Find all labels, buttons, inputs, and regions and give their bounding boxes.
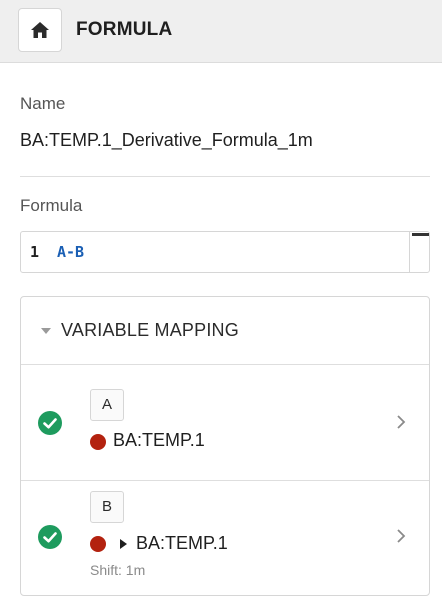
variable-row-b[interactable]: B BA:TEMP.1 Shift: 1m [21,481,429,595]
shift-label: Shift: 1m [90,562,146,578]
section-divider [20,176,430,177]
name-value: BA:TEMP.1_Derivative_Formula_1m [20,130,313,150]
formula-editor[interactable]: 1 A-B [20,231,430,273]
signal-name-b: BA:TEMP.1 [136,533,228,553]
signal-color-dot [90,434,106,450]
caret-down-icon [41,328,51,334]
formula-code[interactable]: A-B [57,243,84,261]
variable-mapping-panel: VARIABLE MAPPING A BA:TEMP.1 B BA:TEMP.1… [20,296,430,596]
chevron-right-icon [397,529,406,543]
check-circle-icon [38,411,62,435]
variable-mapping-title: VARIABLE MAPPING [61,320,239,340]
header-bar: FORMULA [0,0,442,63]
home-button[interactable] [18,8,62,52]
signal-color-dot [90,536,106,552]
expand-triangle-icon[interactable] [120,539,127,549]
formula-label: Formula [20,196,83,215]
variable-mapping-toggle[interactable]: VARIABLE MAPPING [21,297,429,365]
page-title: FORMULA [76,19,173,40]
signal-name-a: BA:TEMP.1 [113,430,205,450]
variable-chip-b: B [90,491,124,523]
check-circle-icon [38,525,62,549]
variable-row-a[interactable]: A BA:TEMP.1 [21,365,429,481]
line-number: 1 [30,243,40,261]
variable-chip-a: A [90,389,124,421]
editor-scrollbar[interactable] [409,232,429,272]
chevron-right-icon [397,415,406,429]
name-label: Name [20,94,66,113]
home-icon [31,22,49,38]
